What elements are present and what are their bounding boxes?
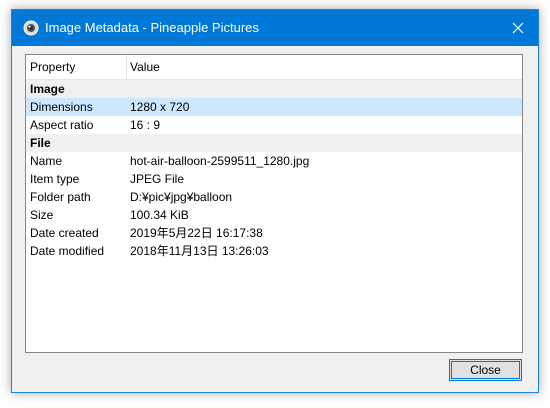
- close-icon[interactable]: [498, 10, 538, 46]
- column-separator[interactable]: [126, 55, 127, 79]
- image-metadata-dialog: Image Metadata - Pineapple Pictures Prop…: [11, 9, 539, 393]
- tree-header: Property Value: [26, 55, 522, 80]
- tree-row[interactable]: Date created 2019年5月22日 16:17:38: [26, 224, 522, 242]
- close-button[interactable]: Close: [449, 359, 522, 381]
- property-value: 16 : 9: [130, 118, 161, 132]
- property-value: 2019年5月22日 16:17:38: [130, 226, 263, 240]
- tree-row[interactable]: Item type JPEG File: [26, 170, 522, 188]
- window-title: Image Metadata - Pineapple Pictures: [45, 20, 259, 35]
- tree-row[interactable]: Size 100.34 KiB: [26, 206, 522, 224]
- group-label: File: [30, 136, 51, 150]
- tree-row[interactable]: Dimensions 1280 x 720: [26, 98, 522, 116]
- pineapple-pictures-app-icon: [23, 20, 39, 36]
- group-label: Image: [30, 82, 65, 96]
- property-value: JPEG File: [130, 172, 185, 186]
- property-name: Date modified: [30, 244, 105, 258]
- property-value: hot-air-balloon-2599511_1280.jpg: [130, 154, 310, 168]
- property-name: Item type: [30, 172, 80, 186]
- property-value: 1280 x 720: [130, 100, 190, 114]
- property-name: Folder path: [30, 190, 91, 204]
- property-value: 100.34 KiB: [130, 208, 189, 222]
- property-value: 2018年11月13日 13:26:03: [130, 244, 269, 258]
- group-row-file[interactable]: File: [26, 134, 522, 152]
- tree-row[interactable]: Name hot-air-balloon-2599511_1280.jpg: [26, 152, 522, 170]
- property-name: Size: [30, 208, 54, 222]
- property-name: Dimensions: [30, 100, 93, 114]
- title-bar[interactable]: Image Metadata - Pineapple Pictures: [12, 10, 538, 46]
- property-name: Date created: [30, 226, 99, 240]
- tree-rows: Image Dimensions 1280 x 720 Aspect ratio…: [26, 80, 522, 260]
- property-value: D:¥pic¥jpg¥balloon: [130, 190, 233, 204]
- tree-row[interactable]: Folder path D:¥pic¥jpg¥balloon: [26, 188, 522, 206]
- value-column-header[interactable]: Value: [130, 55, 160, 79]
- property-column-header[interactable]: Property: [30, 55, 75, 79]
- property-name: Aspect ratio: [30, 118, 94, 132]
- metadata-tree-view[interactable]: Property Value Image Dimensions 1280 x 7…: [25, 54, 523, 353]
- property-name: Name: [30, 154, 63, 168]
- group-row-image[interactable]: Image: [26, 80, 522, 98]
- tree-row[interactable]: Date modified 2018年11月13日 13:26:03: [26, 242, 522, 260]
- tree-row[interactable]: Aspect ratio 16 : 9: [26, 116, 522, 134]
